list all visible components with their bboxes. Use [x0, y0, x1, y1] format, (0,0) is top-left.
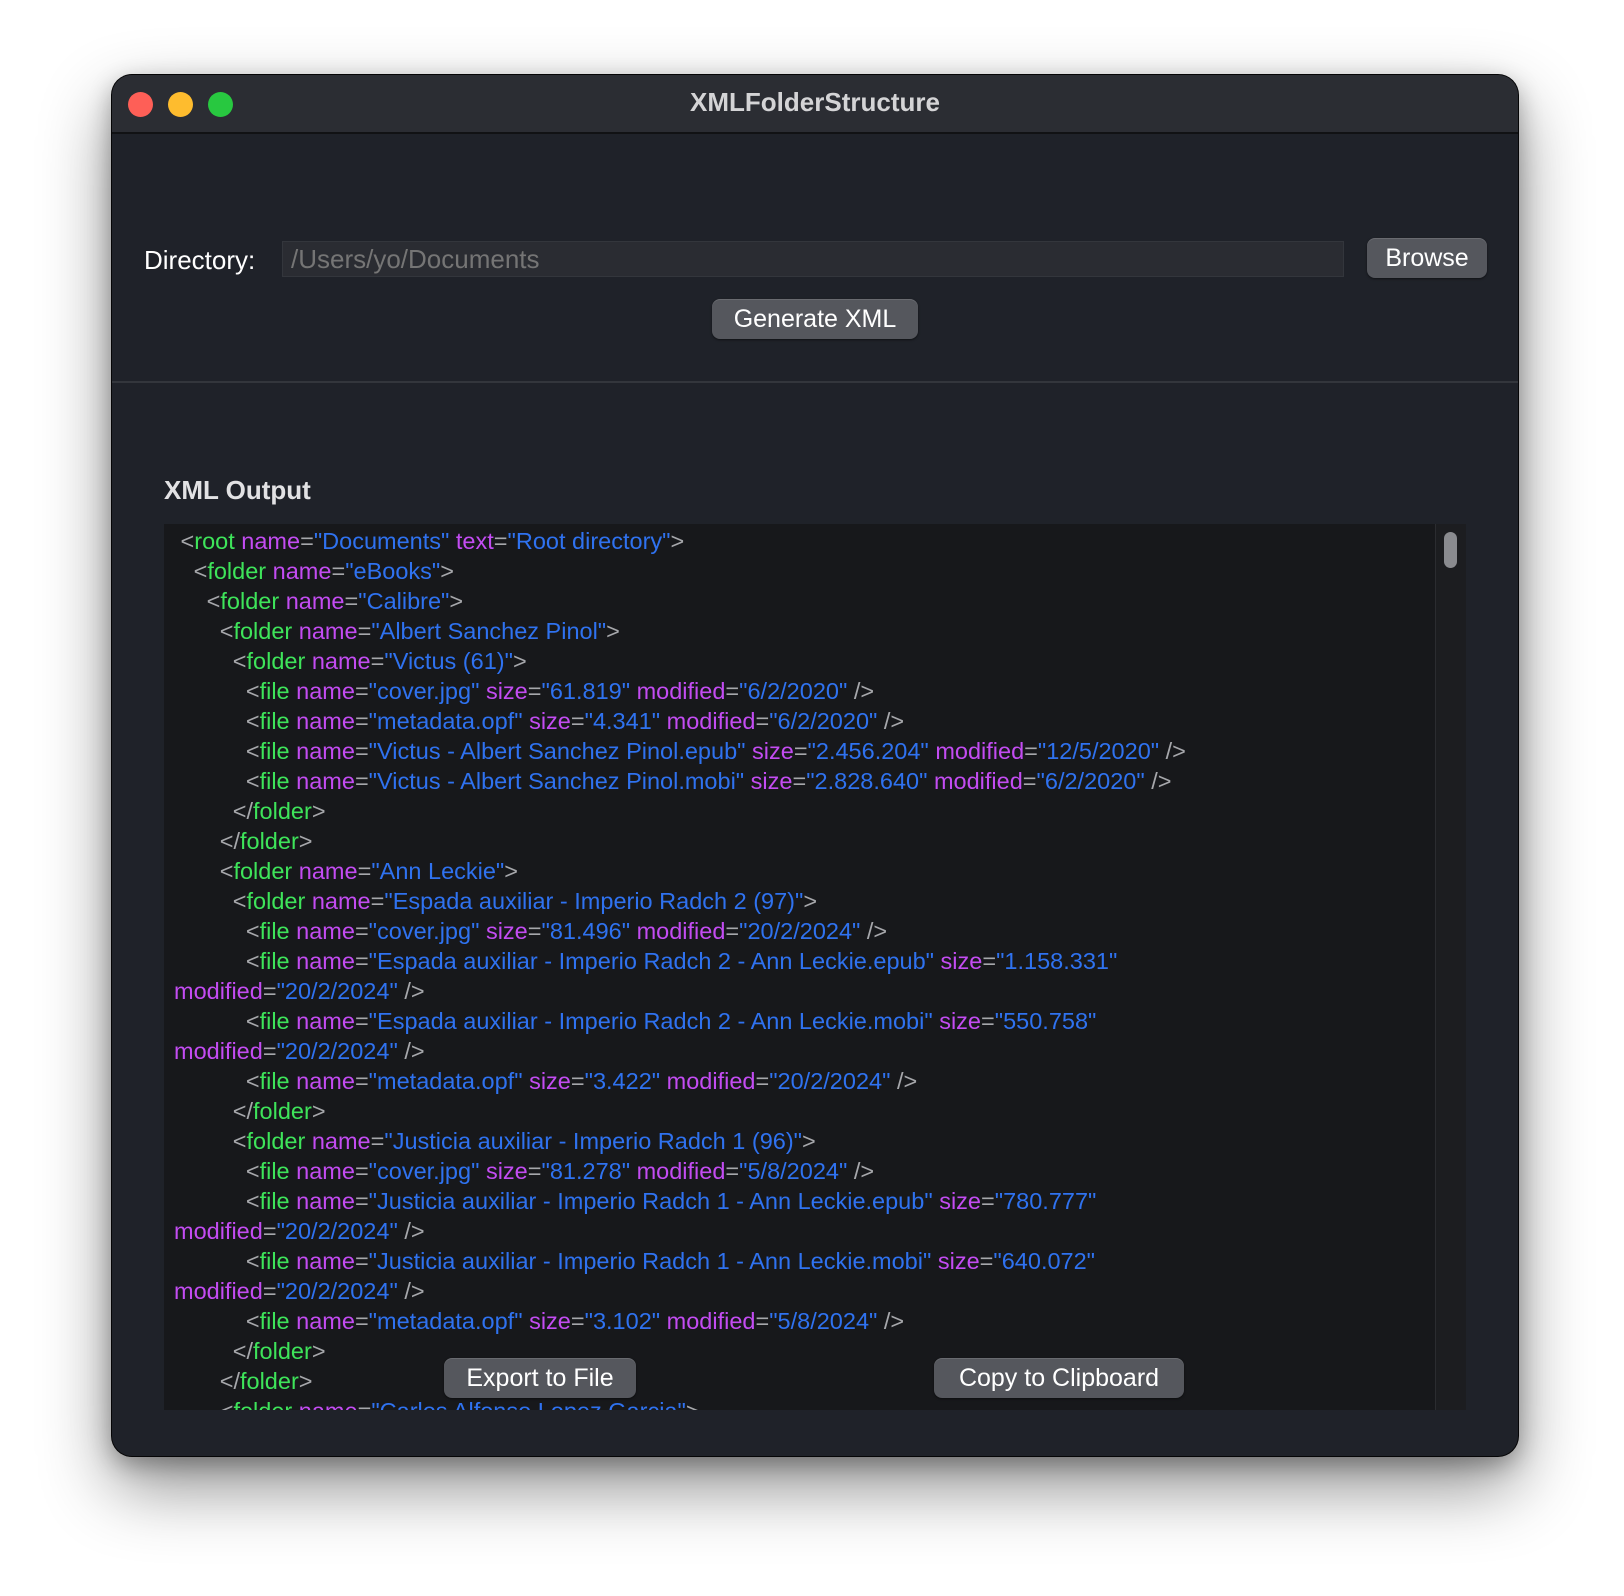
- xml-line: modified="20/2/2024" />: [174, 978, 425, 1004]
- xml-line: <folder name="Justicia auxiliar - Imperi…: [232, 1128, 816, 1154]
- xml-line: <file name="cover.jpg" size="81.278" mod…: [245, 1158, 875, 1184]
- xml-line: modified="20/2/2024" />: [174, 1038, 425, 1064]
- xml-line: <file name="Victus - Albert Sanchez Pino…: [245, 738, 1186, 764]
- xml-line: </folder>: [232, 798, 326, 824]
- xml-line: <root name="Documents" text="Root direct…: [180, 528, 685, 554]
- xml-line: <file name="Justicia auxiliar - Imperio …: [245, 1248, 1096, 1274]
- xml-line: <file name="metadata.opf" size="4.341" m…: [245, 708, 905, 734]
- scrollbar-thumb[interactable]: [1444, 532, 1457, 568]
- xml-line: </folder>: [232, 1098, 326, 1124]
- xml-line: <folder name="Victus (61)">: [232, 648, 527, 674]
- xml-line: </folder>: [232, 1338, 326, 1364]
- export-to-file-button[interactable]: Export to File: [444, 1358, 636, 1398]
- xml-line: <file name="Espada auxiliar - Imperio Ra…: [245, 1008, 1097, 1034]
- xml-line: modified="20/2/2024" />: [174, 1278, 425, 1304]
- browse-button[interactable]: Browse: [1367, 238, 1487, 278]
- xml-line: <file name="metadata.opf" size="3.422" m…: [245, 1068, 918, 1094]
- xml-line: <folder name="Espada auxiliar - Imperio …: [232, 888, 818, 914]
- window-title: XMLFolderStructure: [690, 87, 940, 117]
- app-window: XMLFolderStructure Directory: Browse Gen…: [112, 75, 1518, 1456]
- xml-line: <file name="cover.jpg" size="81.496" mod…: [245, 918, 888, 944]
- xml-line: <folder name="eBooks">: [193, 558, 454, 584]
- xml-line: <file name="Espada auxiliar - Imperio Ra…: [245, 948, 1118, 974]
- vertical-scrollbar[interactable]: [1435, 524, 1466, 1410]
- section-divider: [112, 381, 1518, 383]
- xml-line: </folder>: [219, 1368, 313, 1394]
- xml-line: modified="20/2/2024" />: [174, 1218, 425, 1244]
- xml-line: <folder name="Carlos Alfonso Lopez Garci…: [174, 1396, 1434, 1410]
- xml-line: <folder name="Ann Leckie">: [219, 858, 519, 884]
- copy-to-clipboard-button[interactable]: Copy to Clipboard: [934, 1358, 1184, 1398]
- generate-xml-button[interactable]: Generate XML: [712, 299, 918, 339]
- xml-line: <file name="Victus - Albert Sanchez Pino…: [245, 768, 1172, 794]
- xml-output-heading: XML Output: [164, 475, 311, 505]
- directory-label: Directory:: [144, 245, 256, 275]
- xml-output-textarea[interactable]: <root name="Documents" text="Root direct…: [164, 524, 1466, 1410]
- xml-line: <file name="Justicia auxiliar - Imperio …: [245, 1188, 1097, 1214]
- xml-output-content: <root name="Documents" text="Root direct…: [174, 526, 1434, 1410]
- xml-line: </folder>: [219, 828, 313, 854]
- xml-line: <file name="cover.jpg" size="61.819" mod…: [245, 678, 875, 704]
- xml-line: <folder name="Calibre">: [206, 588, 464, 614]
- directory-input[interactable]: [282, 241, 1344, 277]
- xml-line: <file name="metadata.opf" size="3.102" m…: [245, 1308, 905, 1334]
- xml-line: <folder name="Albert Sanchez Pinol">: [219, 618, 620, 644]
- title-bar: XMLFolderStructure: [112, 75, 1518, 134]
